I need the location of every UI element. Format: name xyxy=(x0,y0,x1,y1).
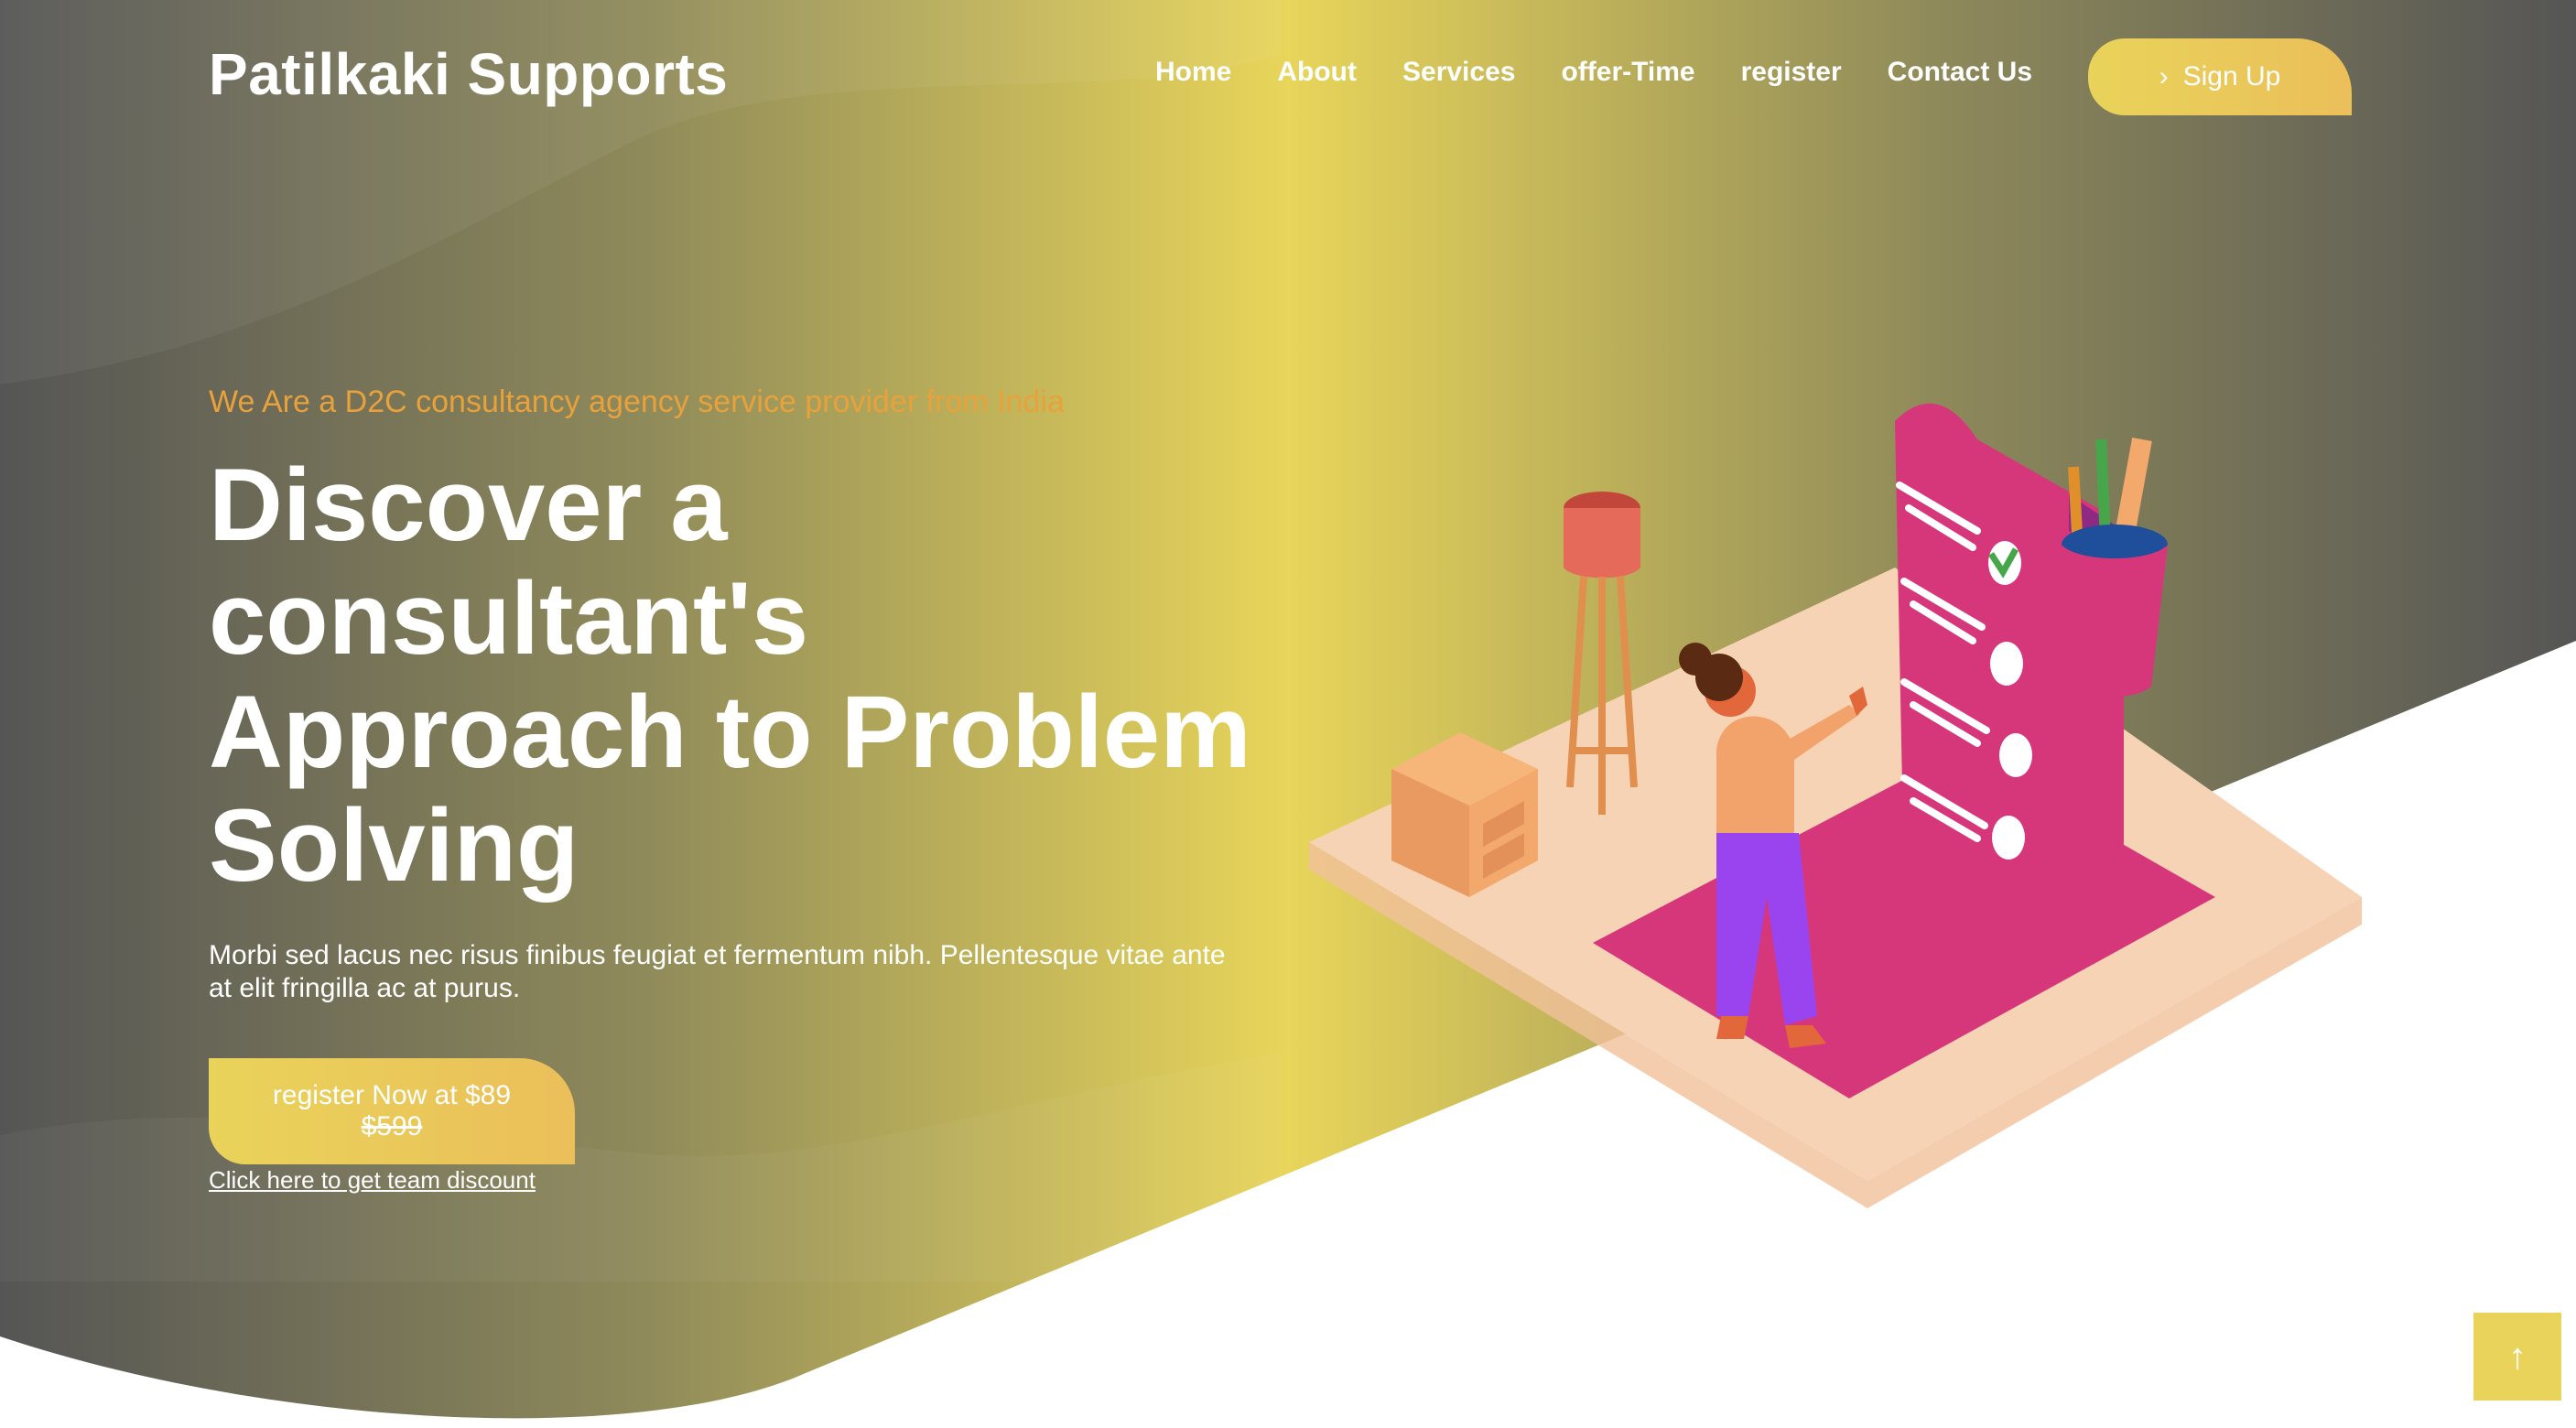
cta-price-label: register Now at $89 xyxy=(272,1080,512,1110)
sign-up-label: Sign Up xyxy=(2182,61,2281,92)
pencil-cup xyxy=(2062,438,2168,698)
nav-contact-us[interactable]: Contact Us xyxy=(1888,57,2032,88)
hero-illustration xyxy=(1300,384,2380,1208)
nav-services[interactable]: Services xyxy=(1402,57,1515,88)
arrow-up-icon: ↑ xyxy=(2508,1336,2527,1377)
hero-description: Morbi sed lacus nec risus finibus feugia… xyxy=(209,940,1226,1003)
cta-old-price: $599 xyxy=(361,1111,423,1141)
sign-up-button[interactable]: › Sign Up xyxy=(2088,38,2352,115)
nav-register[interactable]: register xyxy=(1741,57,1842,88)
nav-home[interactable]: Home xyxy=(1155,57,1231,88)
chevron-right-icon: › xyxy=(2159,61,2169,92)
hero-headline: Discover a consultant's Approach to Prob… xyxy=(209,448,1251,903)
team-discount-link[interactable]: Click here to get team discount xyxy=(209,1166,536,1195)
nav-offer-time[interactable]: offer-Time xyxy=(1561,57,1694,88)
main-nav: Home About Services offer-Time register … xyxy=(1155,57,2032,88)
nav-about[interactable]: About xyxy=(1277,57,1357,88)
hero-tagline: We Are a D2C consultancy agency service … xyxy=(209,384,1065,419)
back-to-top-button[interactable]: ↑ xyxy=(2473,1313,2561,1401)
register-now-button[interactable]: register Now at $89 $599 xyxy=(209,1058,575,1164)
site-logo[interactable]: Patilkaki Supports xyxy=(209,40,728,108)
